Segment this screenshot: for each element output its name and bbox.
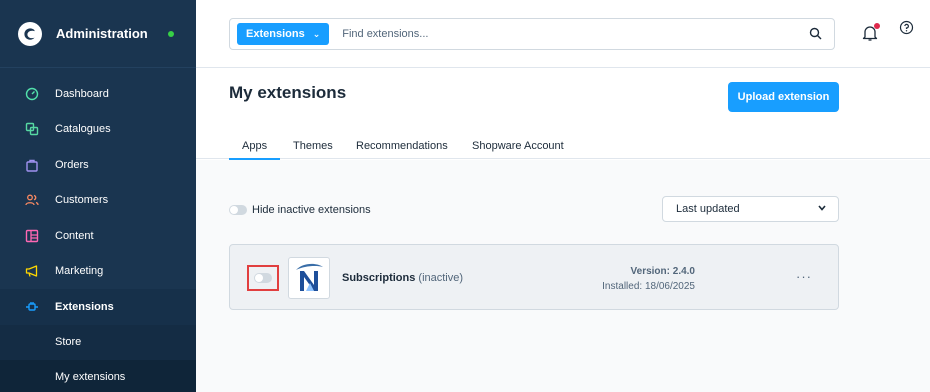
sidebar-subitem-store[interactable]: Store xyxy=(0,324,196,360)
sidebar-item-orders[interactable]: Orders xyxy=(0,147,196,183)
plug-icon xyxy=(25,300,39,314)
sidebar-item-label: Marketing xyxy=(55,265,104,278)
sidebar-item-extensions[interactable]: Extensions xyxy=(0,289,196,325)
search-type-label: Extensions xyxy=(246,28,305,40)
extension-installed-date: Installed: 18/06/2025 xyxy=(602,281,695,292)
tab-bar: Apps Themes Recommendations Shopware Acc… xyxy=(196,131,930,160)
sidebar-item-label: Customers xyxy=(55,194,109,207)
sidebar-header: Administration xyxy=(0,0,196,68)
more-actions-icon[interactable]: ··· xyxy=(796,269,812,284)
search-type-dropdown[interactable]: Extensions ⌄ xyxy=(237,23,330,45)
sidebar-item-label: Orders xyxy=(55,158,89,171)
help-icon[interactable] xyxy=(899,20,914,38)
sidebar-subitem-label: My extensions xyxy=(55,371,126,383)
extension-version-info: Version: 2.4.0 Installed: 18/06/2025 xyxy=(602,264,695,294)
megaphone-icon xyxy=(25,264,39,278)
tab-apps[interactable]: Apps xyxy=(228,140,281,160)
extension-title: Subscriptions xyxy=(342,272,416,284)
extension-status: (inactive) xyxy=(418,272,464,284)
sidebar-item-dashboard[interactable]: Dashboard xyxy=(0,76,196,112)
shopware-logo[interactable] xyxy=(18,21,42,46)
extension-toggle-switch[interactable] xyxy=(254,273,272,283)
extension-activate-toggle[interactable] xyxy=(247,265,279,291)
tab-recommendations[interactable]: Recommendations xyxy=(356,140,448,152)
sidebar-item-label: Dashboard xyxy=(55,87,109,100)
shopping-bag-icon xyxy=(25,158,39,172)
tab-shopware-account[interactable]: Shopware Account xyxy=(472,140,564,152)
top-header: Extensions ⌄ xyxy=(196,0,930,68)
extension-version: Version: 2.4.0 xyxy=(630,266,695,277)
sidebar-item-customers[interactable]: Customers xyxy=(0,183,196,219)
extension-logo-icon xyxy=(288,257,330,299)
upload-extension-button[interactable]: Upload extension xyxy=(728,82,839,112)
main-content: My extensions Upload extension Apps Them… xyxy=(196,69,930,392)
content-icon xyxy=(25,229,39,243)
page-title: My extensions xyxy=(229,83,347,102)
extension-card: Subscriptions (inactive) Version: 2.4.0 … xyxy=(229,244,839,310)
chevron-down-icon xyxy=(818,203,826,213)
sidebar-item-label: Content xyxy=(55,229,94,242)
tab-themes[interactable]: Themes xyxy=(293,140,333,152)
sidebar-subitem-label: Store xyxy=(55,336,82,348)
sidebar-item-label: Catalogues xyxy=(55,123,111,136)
sidebar-title: Administration xyxy=(56,26,148,41)
gauge-icon xyxy=(25,87,39,101)
hide-inactive-toggle[interactable]: Hide inactive extensions xyxy=(229,204,371,216)
chevron-down-icon: ⌄ xyxy=(312,28,321,39)
users-icon xyxy=(25,193,39,207)
hide-inactive-label: Hide inactive extensions xyxy=(252,204,371,216)
search-icon[interactable] xyxy=(809,27,822,43)
sidebar-item-catalogues[interactable]: Catalogues xyxy=(0,112,196,148)
hide-inactive-switch[interactable] xyxy=(229,205,247,215)
sidebar: Administration Dashboard Catalogues Orde… xyxy=(0,0,196,392)
sidebar-subitem-my-extensions[interactable]: My extensions xyxy=(0,359,196,392)
online-status-dot xyxy=(168,30,174,37)
search-input[interactable] xyxy=(342,28,783,40)
notification-badge xyxy=(874,23,880,29)
sidebar-item-marketing[interactable]: Marketing xyxy=(0,254,196,290)
sidebar-nav: Dashboard Catalogues Orders Customers Co… xyxy=(0,76,196,392)
sidebar-item-content[interactable]: Content xyxy=(0,218,196,254)
sort-select[interactable]: Last updated xyxy=(662,196,839,222)
extension-name: Subscriptions (inactive) xyxy=(342,272,463,284)
global-search: Extensions ⌄ xyxy=(229,18,835,50)
copy-icon xyxy=(25,122,39,136)
sidebar-item-label: Extensions xyxy=(55,300,114,313)
sort-select-value: Last updated xyxy=(676,203,740,215)
